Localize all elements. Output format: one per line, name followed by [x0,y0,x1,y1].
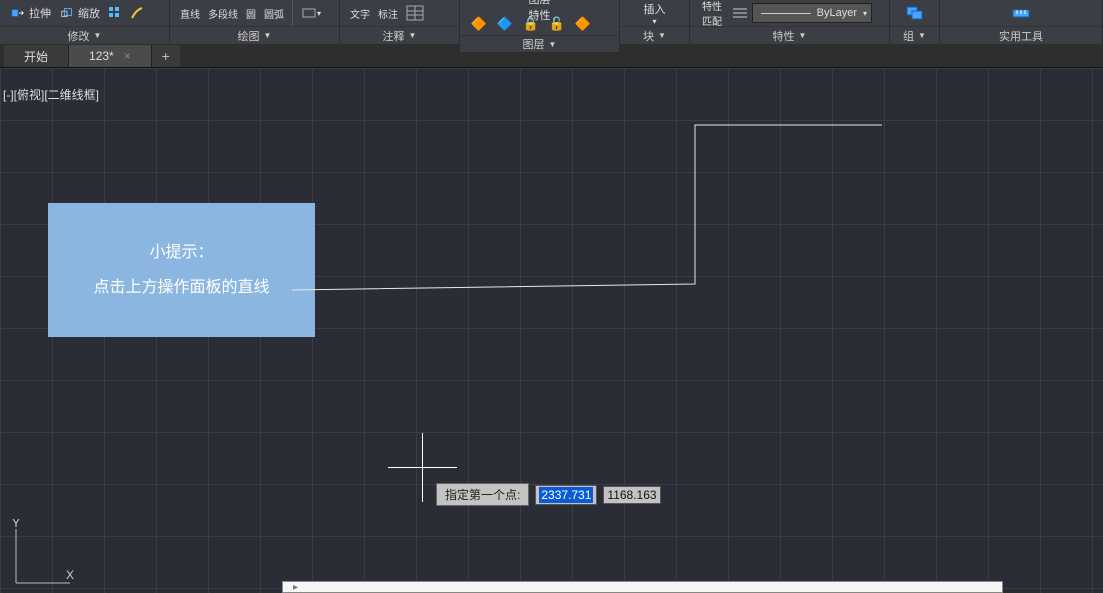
ribbon-group-layer: 图层 特性 🔶 🔷 🔒 🔓 🔶 图层▼ [460,0,620,44]
dynamic-input-y[interactable]: 1168.163 [603,486,660,504]
scale-label: 缩放 [78,5,100,21]
dim-button[interactable]: 标注 [374,4,402,23]
insert-button[interactable]: 插入 ▾ [638,1,672,26]
separator [292,0,293,26]
layer-icon-2[interactable]: 🔷 [496,15,514,33]
ribbon-group-props: 特性匹配 ByLayer ▾ 特性▼ [690,0,890,44]
ribbon-group-draw: 直线 多段线 圆 圆弧 ▾ 绘图▼ [170,0,340,44]
ribbon-toolbar: 拉伸 缩放 修改▼ 直线 多段线 圆 圆弧 ▾ [0,0,1103,44]
scale-button[interactable]: 缩放 [55,3,104,23]
draw-panel-label[interactable]: 绘图▼ [170,26,339,44]
modify-panel-label[interactable]: 修改▼ [0,26,169,44]
line-button[interactable]: 直线 [176,4,204,23]
drawing-geometry [0,68,1103,593]
chevron-down-icon: ▼ [658,31,666,40]
linetype-list-icon[interactable] [728,4,752,22]
array-icon[interactable] [104,4,126,22]
measure-button[interactable] [1007,2,1035,24]
circle-button[interactable]: 圆 [242,4,260,23]
layer-icon-5[interactable]: 🔶 [574,15,592,33]
drawing-canvas[interactable]: // grid drawn by JS below after data loa… [0,68,1103,593]
layer-state-icons: 🔶 🔷 🔒 🔓 🔶 [460,13,619,35]
scale-icon [59,5,75,21]
stretch-button[interactable]: 拉伸 [6,3,55,23]
polyline-button[interactable]: 多段线 [204,4,242,23]
tab-add-button[interactable]: + [152,45,180,67]
stretch-label: 拉伸 [29,5,51,21]
table-button[interactable] [402,3,428,23]
dynamic-input-x[interactable]: 2337.731 [535,485,597,505]
block-panel-label[interactable]: 块▼ [620,26,689,44]
rect-button[interactable]: ▾ [297,3,325,23]
ribbon-group-block: 插入 ▾ 块▼ [620,0,690,44]
tab-document-123[interactable]: 123* × [69,45,152,67]
bylayer-dropdown[interactable]: ByLayer ▾ [752,3,872,23]
ucs-x-label: X [66,568,74,582]
annotate-panel-label[interactable]: 注释▼ [340,26,459,44]
command-line[interactable]: ▸ [282,581,1003,593]
layer-panel-label[interactable]: 图层▼ [460,35,619,52]
chevron-down-icon: ▼ [94,31,102,40]
stretch-icon [10,5,26,21]
chevron-down-icon: ▼ [799,31,807,40]
props-panel-label[interactable]: 特性▼ [690,26,889,44]
match-props-button[interactable]: 特性匹配 [696,0,728,28]
dynamic-prompt-label: 指定第一个点: [436,483,529,506]
tab-start[interactable]: 开始 [4,45,69,67]
chevron-down-icon: ▼ [549,40,557,49]
chevron-down-icon: ▼ [409,31,417,40]
arc-button[interactable]: 圆弧 [260,4,288,23]
close-icon[interactable]: × [124,49,131,63]
layer-icon-3[interactable]: 🔒 [522,15,540,33]
layer-icon-4[interactable]: 🔓 [548,15,566,33]
modify-small-icons [104,4,152,22]
ribbon-group-modify: 拉伸 缩放 修改▼ [0,0,170,44]
layer-icon-1[interactable]: 🔶 [470,15,488,33]
group-button[interactable] [901,2,929,24]
ribbon-group-group: 组▼ [890,0,940,44]
chevron-down-icon: ▼ [264,31,272,40]
dynamic-input: 指定第一个点: 2337.731 1168.163 [436,483,661,506]
ucs-y-label: Y [12,519,20,530]
ribbon-group-annotate: 文字 标注 注释▼ [340,0,460,44]
explode-icon[interactable] [126,4,148,22]
util-panel-label[interactable]: 实用工具 [940,26,1102,44]
ribbon-group-util: 实用工具 [940,0,1103,44]
chevron-down-icon: ▼ [918,31,926,40]
text-button[interactable]: 文字 [346,4,374,23]
group-panel-label[interactable]: 组▼ [890,26,939,44]
